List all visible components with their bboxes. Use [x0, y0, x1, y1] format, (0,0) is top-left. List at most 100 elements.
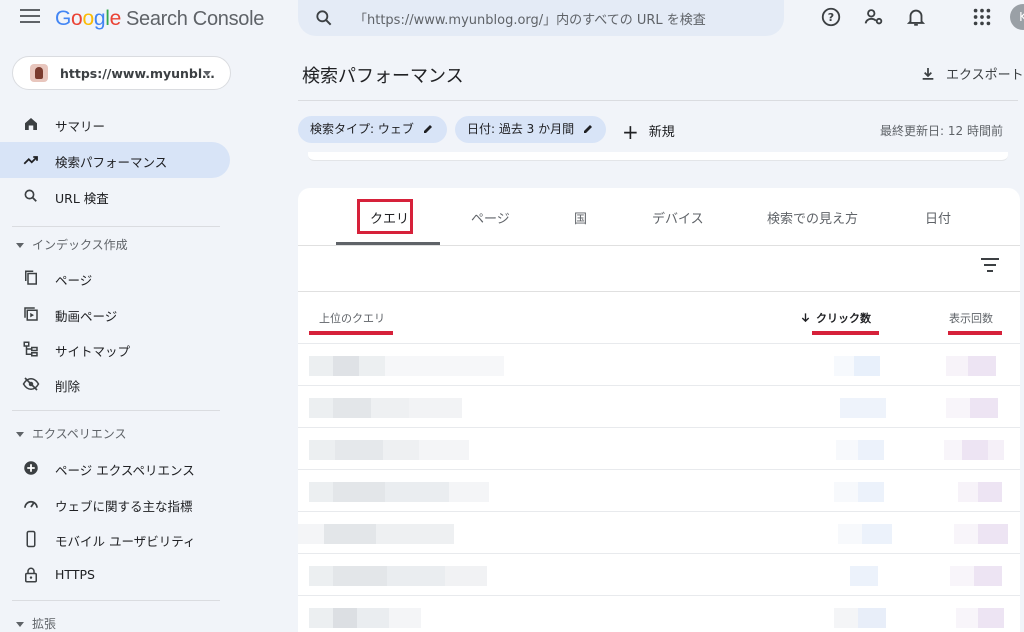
sidebar-item-core-web-vitals[interactable]: ウェブに関する主な指標 [0, 486, 230, 522]
url-inspection-search[interactable]: 「https://www.myunblog.org/」内のすべての URL を検… [298, 0, 784, 36]
property-selector[interactable]: https://www.myunbl… [12, 56, 231, 90]
chart-card-bottom-edge [308, 152, 1008, 161]
user-settings-icon[interactable] [863, 6, 885, 28]
table-row[interactable] [298, 427, 1020, 470]
table-row[interactable] [298, 595, 1020, 632]
table-row[interactable] [298, 511, 1020, 554]
plus-icon: + [622, 120, 639, 144]
download-icon [922, 68, 934, 80]
header-divider [298, 100, 1018, 101]
table-row[interactable] [298, 469, 1020, 512]
table-row[interactable] [298, 385, 1020, 428]
notifications-icon[interactable] [905, 6, 927, 28]
filter-chip-search-type[interactable]: 検索タイプ: ウェブ [298, 116, 447, 143]
highlight-underline-queries [309, 331, 393, 335]
sitemap-icon [23, 341, 38, 357]
section-toggle-enhancements[interactable]: 拡張 [16, 615, 56, 632]
sidebar-item-mobile-usability[interactable]: モバイル ユーザビリティ [0, 521, 230, 557]
redacted-query-text [309, 440, 469, 460]
redacted-query-text [309, 356, 504, 376]
top-app-bar: Google Search Console 「https://www.myunbl… [0, 0, 1024, 38]
collapse-caret-icon [16, 622, 24, 627]
redacted-impressions-value [946, 356, 996, 376]
redacted-impressions-value [954, 524, 1008, 544]
account-avatar[interactable]: K [1010, 4, 1024, 30]
sidebar-item-removals[interactable]: 削除 [0, 366, 230, 402]
apps-grid-icon[interactable] [971, 6, 993, 28]
tab-pages[interactable]: ページ [471, 208, 510, 227]
search-icon [316, 10, 332, 26]
redacted-clicks-value [838, 524, 892, 544]
help-icon[interactable]: ? [820, 6, 842, 28]
redacted-clicks-value [850, 566, 878, 586]
redacted-query-text [309, 608, 421, 628]
sidebar-item-page-experience[interactable]: ページ エクスペリエンス [0, 450, 230, 486]
sidebar-item-url-inspection[interactable]: URL 検査 [0, 178, 230, 214]
nav-divider [12, 410, 220, 411]
redacted-query-text [309, 398, 462, 418]
redacted-impressions-value [946, 398, 998, 418]
sidebar-item-sitemaps[interactable]: サイトマップ [0, 331, 230, 367]
redacted-query-text [309, 566, 487, 586]
nav-divider [12, 600, 220, 601]
redacted-query-text [309, 482, 489, 502]
svg-text:?: ? [828, 11, 834, 24]
column-header-clicks[interactable]: クリック数 [800, 310, 871, 326]
last-updated-text: 最終更新日: 12 時間前 [880, 124, 1003, 138]
section-toggle-experience[interactable]: エクスペリエンス [16, 425, 127, 442]
property-url: https://www.myunbl… [60, 66, 215, 81]
nav-divider [12, 226, 220, 227]
dropdown-caret-icon [203, 71, 211, 76]
tab-search-appearance[interactable]: 検索での見え方 [767, 208, 858, 227]
tab-devices[interactable]: デバイス [652, 208, 704, 227]
section-toggle-indexing[interactable]: インデックス作成 [16, 236, 128, 253]
search-icon [24, 189, 37, 202]
redacted-clicks-value [836, 440, 884, 460]
main-menu-icon[interactable] [20, 9, 40, 23]
sidebar-item-pages[interactable]: ページ [0, 260, 230, 296]
filter-rows-icon[interactable] [980, 258, 1000, 274]
pages-icon [25, 270, 37, 285]
redacted-query-text [298, 524, 454, 544]
column-header-top-queries[interactable]: 上位のクエリ [319, 310, 385, 326]
redacted-impressions-value [950, 566, 1002, 586]
tab-countries[interactable]: 国 [574, 208, 587, 227]
collapse-caret-icon [16, 432, 24, 437]
sidebar-item-video-pages[interactable]: 動画ページ [0, 296, 230, 332]
search-input[interactable]: 「https://www.myunblog.org/」内のすべての URL を検… [354, 9, 706, 28]
removals-icon [22, 377, 40, 391]
lock-icon [25, 567, 37, 583]
toolbar-divider [298, 291, 1020, 292]
sort-arrow-down-icon [801, 313, 810, 323]
export-button[interactable]: エクスポート [920, 64, 1024, 83]
redacted-clicks-value [834, 482, 884, 502]
page-title: 検索パフォーマンス [302, 66, 464, 87]
highlight-box-queries-tab [357, 199, 413, 234]
collapse-caret-icon [16, 243, 24, 248]
home-icon [25, 118, 37, 130]
mobile-icon [26, 530, 36, 548]
column-header-impressions[interactable]: 表示回数 [949, 310, 993, 326]
tab-dates[interactable]: 日付 [925, 208, 951, 227]
filter-chip-date[interactable]: 日付: 過去 3 か月間 [455, 116, 606, 143]
redacted-clicks-value [840, 398, 886, 418]
redacted-impressions-value [956, 608, 1004, 628]
sidebar-item-search-performance[interactable]: 検索パフォーマンス [0, 142, 230, 178]
new-filter-button[interactable]: + 新規 [622, 120, 675, 144]
table-row[interactable] [298, 343, 1020, 386]
sidebar-item-summary[interactable]: サマリー [0, 106, 230, 142]
property-favicon [30, 64, 48, 82]
product-name: Search Console [125, 8, 265, 30]
queries-table-card: クエリ ページ 国 デバイス 検索での見え方 日付 上位のクエリ クリック数 表… [298, 188, 1020, 632]
redacted-clicks-value [834, 608, 886, 628]
highlight-underline-impressions [948, 331, 1002, 335]
video-pages-icon [24, 307, 38, 321]
table-row[interactable] [298, 553, 1020, 596]
redacted-clicks-value [834, 356, 880, 376]
tabs-divider [298, 245, 1020, 246]
google-logo-text: Google [55, 7, 121, 30]
search-console-logo[interactable]: Google Search Console [55, 6, 264, 31]
trending-up-icon [23, 156, 38, 165]
highlight-underline-clicks [812, 331, 879, 335]
sidebar-item-https[interactable]: HTTPS [0, 557, 230, 593]
